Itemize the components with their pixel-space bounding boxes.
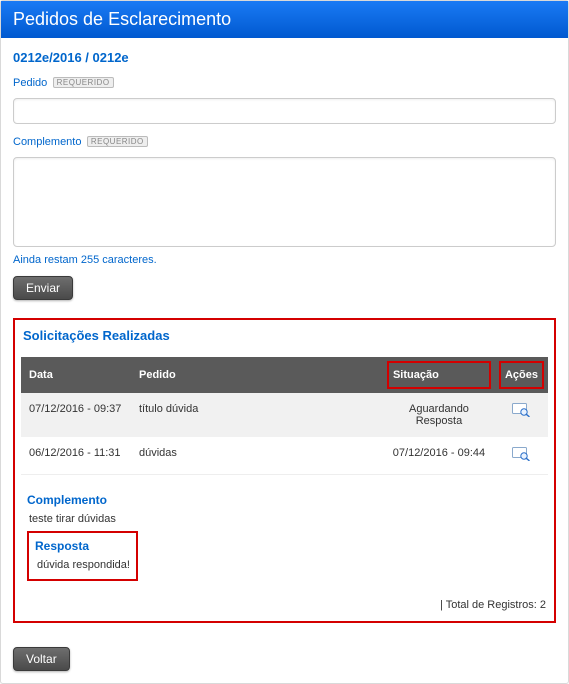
cell-situacao: 07/12/2016 - 09:44 xyxy=(383,437,495,474)
complemento-label: Complemento xyxy=(13,136,81,148)
th-pedido: Pedido xyxy=(131,357,383,393)
main-content: 0212e/2016 / 0212e Pedido REQUERIDO Comp… xyxy=(1,38,568,635)
pedido-label: Pedido xyxy=(13,77,47,89)
solicitacoes-title: Solicitações Realizadas xyxy=(23,328,548,343)
view-icon[interactable] xyxy=(512,447,530,464)
cell-data: 07/12/2016 - 09:37 xyxy=(21,393,131,437)
voltar-button[interactable]: Voltar xyxy=(13,647,70,671)
th-acoes-label: Ações xyxy=(505,369,538,381)
cell-pedido: título dúvida xyxy=(131,393,383,437)
table-row: 06/12/2016 - 11:31 dúvidas 07/12/2016 - … xyxy=(21,437,548,474)
table-row: 07/12/2016 - 09:37 título dúvida Aguarda… xyxy=(21,393,548,437)
pedido-input[interactable] xyxy=(13,98,556,124)
th-situacao-highlight: Situação xyxy=(387,361,491,389)
breadcrumb-text: 0212e/2016 / 0212e xyxy=(13,50,129,65)
voltar-button-label: Voltar xyxy=(26,652,57,666)
cell-pedido: dúvidas xyxy=(131,437,383,474)
th-acoes: Ações xyxy=(495,357,548,393)
cell-data: 06/12/2016 - 11:31 xyxy=(21,437,131,474)
page-title-text: Pedidos de Esclarecimento xyxy=(13,9,231,29)
expanded-detail: Complemento teste tirar dúvidas Resposta… xyxy=(21,474,548,585)
view-icon[interactable] xyxy=(512,403,530,420)
chars-remaining: Ainda restam 255 caracteres. xyxy=(13,254,556,266)
table-row-expanded: Complemento teste tirar dúvidas Resposta… xyxy=(21,474,548,585)
resposta-highlight: Resposta dúvida respondida! xyxy=(27,531,138,581)
th-situacao: Situação xyxy=(383,357,495,393)
cell-acoes xyxy=(495,393,548,437)
th-pedido-label: Pedido xyxy=(139,369,176,381)
complemento-input[interactable] xyxy=(13,157,556,247)
footer: Voltar xyxy=(1,635,568,683)
field-pedido: Pedido REQUERIDO xyxy=(13,75,556,92)
totals-label: | Total de Registros: xyxy=(440,599,537,611)
table-header-row: Data Pedido Situação Ações xyxy=(21,357,548,393)
complemento-sub-text: teste tirar dúvidas xyxy=(29,513,542,525)
totals-count: 2 xyxy=(540,599,546,611)
th-data-label: Data xyxy=(29,369,53,381)
solicitacoes-section: Solicitações Realizadas Data Pedido Situ… xyxy=(13,318,556,623)
required-badge: REQUERIDO xyxy=(53,77,114,88)
cell-acoes xyxy=(495,437,548,474)
enviar-button[interactable]: Enviar xyxy=(13,276,73,300)
th-situacao-label: Situação xyxy=(393,369,439,381)
totals: | Total de Registros: 2 xyxy=(21,599,548,611)
cell-situacao: Aguardando Resposta xyxy=(383,393,495,437)
required-badge: REQUERIDO xyxy=(87,136,148,147)
th-acoes-highlight: Ações xyxy=(499,361,544,389)
enviar-button-label: Enviar xyxy=(26,281,60,295)
resposta-sub-label: Resposta xyxy=(35,539,130,553)
field-complemento: Complemento REQUERIDO xyxy=(13,134,556,151)
page-title: Pedidos de Esclarecimento xyxy=(1,1,568,38)
resposta-sub-text: dúvida respondida! xyxy=(37,559,130,571)
page-container: Pedidos de Esclarecimento 0212e/2016 / 0… xyxy=(0,0,569,684)
breadcrumb: 0212e/2016 / 0212e xyxy=(13,50,556,65)
solicitacoes-table: Data Pedido Situação Ações xyxy=(21,357,548,585)
th-data: Data xyxy=(21,357,131,393)
complemento-sub-label: Complemento xyxy=(27,493,542,507)
